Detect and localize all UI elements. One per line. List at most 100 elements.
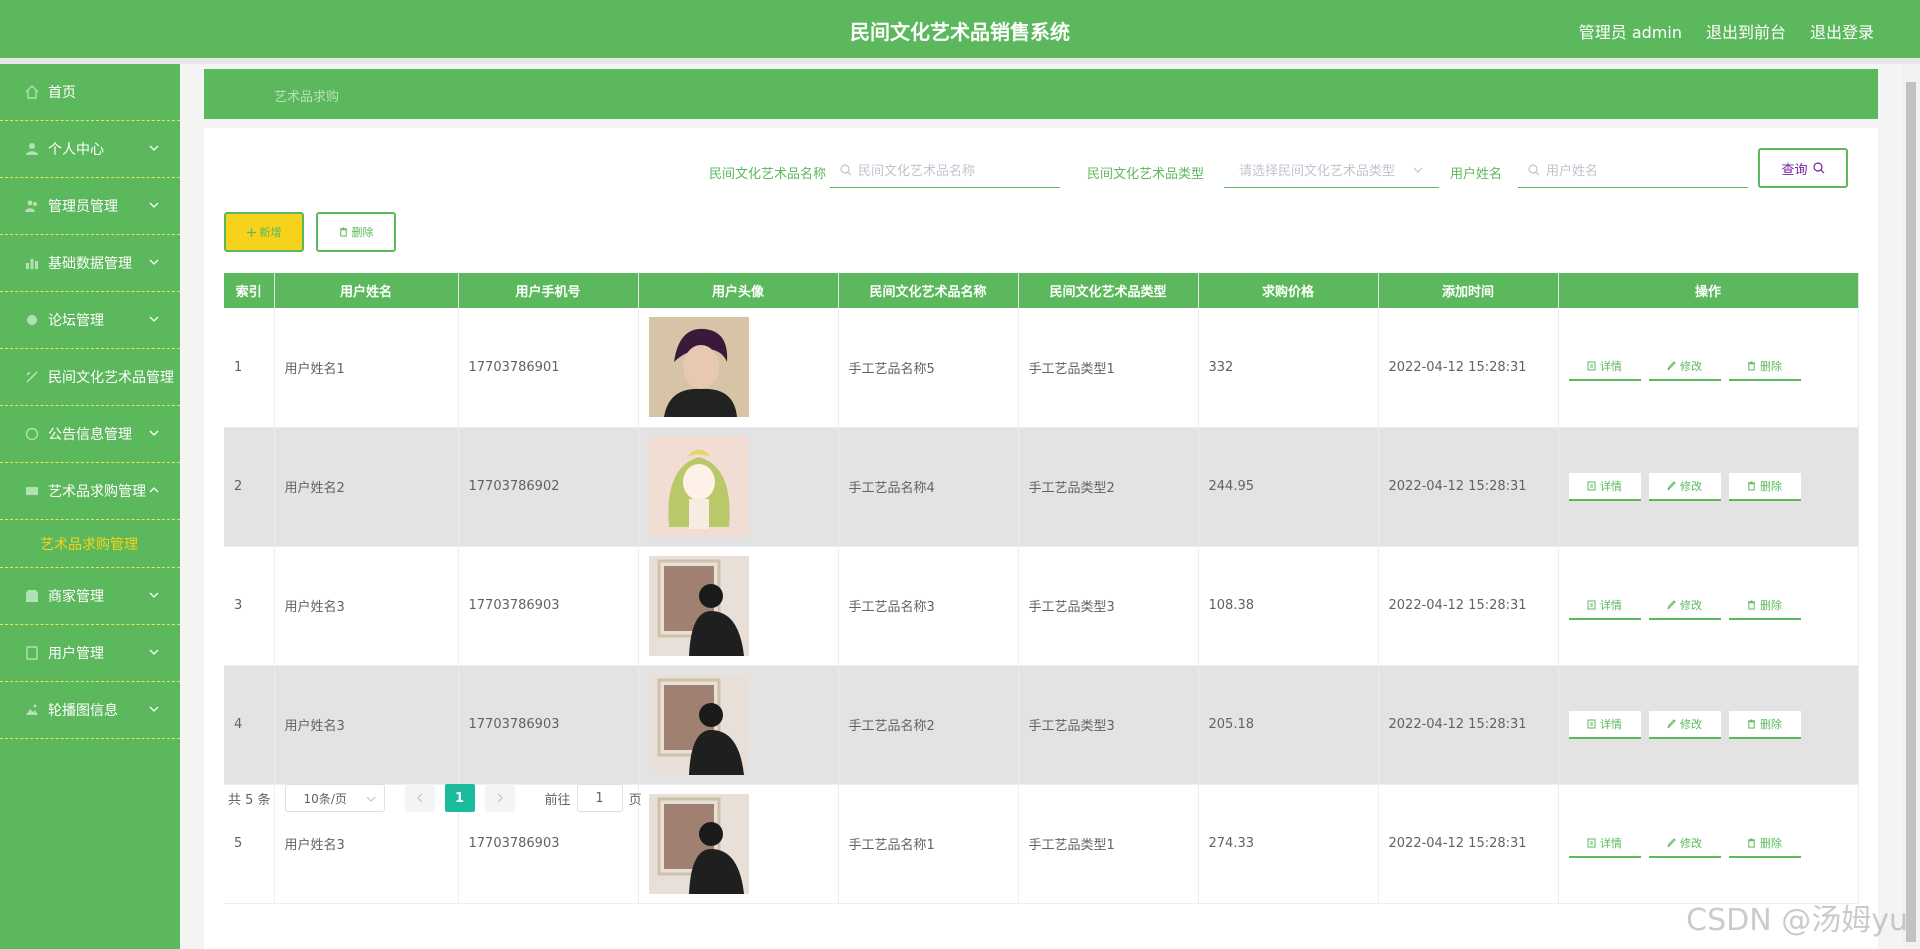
avatar[interactable] <box>648 317 838 418</box>
delete-button[interactable]: 删除 <box>1728 591 1801 620</box>
goto-page-input[interactable]: 1 <box>576 784 623 812</box>
cell-art-name: 手工艺品名称4 <box>838 427 1019 547</box>
document-icon <box>1587 361 1596 371</box>
avatar[interactable] <box>648 793 838 894</box>
pagination: 共 5 条 10条/页 1 前往 1 页 <box>228 782 642 814</box>
detail-button[interactable]: 详情 <box>1568 472 1641 501</box>
avatar[interactable] <box>648 674 838 775</box>
chevron-down-icon <box>149 430 159 436</box>
column-header: 用户姓名 <box>274 273 459 308</box>
edit-button[interactable]: 修改 <box>1648 710 1721 739</box>
sidebar-item-label: 论坛管理 <box>48 313 104 329</box>
trash-icon <box>1747 599 1756 610</box>
art-icon <box>24 369 40 385</box>
user-name-input[interactable]: 用户姓名 <box>1518 152 1748 188</box>
logout-link[interactable]: 退出登录 <box>1810 19 1874 43</box>
header-actions: 管理员 admin 退出到前台 退出登录 <box>1579 19 1874 43</box>
admin-label: 管理员 admin <box>1578 23 1682 42</box>
top-header: 民间文化艺术品销售系统 管理员 admin 退出到前台 退出登录 <box>0 0 1920 58</box>
sidebar-subitem-art-purchase[interactable]: 艺术品求购管理 <box>0 520 180 568</box>
cell-avatar <box>638 308 839 428</box>
page-scrollbar[interactable] <box>1902 64 1920 949</box>
delete-button-label: 删除 <box>1760 598 1782 612</box>
sidebar-item-carousel[interactable]: 轮播图信息 <box>0 682 180 739</box>
cell-art-name: 手工艺品名称2 <box>838 665 1019 785</box>
sidebar-item-label: 基础数据管理 <box>48 256 132 272</box>
cell-added-time: 2022-04-12 15:28:31 <box>1378 308 1559 428</box>
sidebar-item-users[interactable]: 用户管理 <box>0 625 180 682</box>
sidebar-item-merchants[interactable]: 商家管理 <box>0 568 180 625</box>
sidebar-item-label: 用户管理 <box>48 646 104 662</box>
art-type-placeholder: 请选择民间文化艺术品类型 <box>1239 164 1396 179</box>
edit-button[interactable]: 修改 <box>1648 829 1721 858</box>
detail-button[interactable]: 详情 <box>1568 829 1641 858</box>
edit-button[interactable]: 修改 <box>1648 591 1721 620</box>
delete-button[interactable]: 删除 <box>1728 472 1801 501</box>
chart-icon <box>24 255 40 271</box>
sidebar-item-admins[interactable]: 管理员管理 <box>0 178 180 235</box>
cart-icon <box>24 483 40 499</box>
delete-button[interactable]: 删除 <box>1728 829 1801 858</box>
page-jumper: 前往 1 页 <box>545 784 642 812</box>
cell-user-name: 用户姓名3 <box>274 546 459 666</box>
detail-button[interactable]: 详情 <box>1568 591 1641 620</box>
shop-icon <box>24 588 40 604</box>
home-icon <box>24 84 40 100</box>
cell-art-name: 手工艺品名称1 <box>838 784 1019 904</box>
sidebar-item-label: 民间文化艺术品管理 <box>48 370 174 386</box>
person-icon <box>24 645 40 661</box>
edit-icon <box>1667 480 1676 490</box>
edit-icon <box>1667 837 1676 847</box>
watermark: CSDN @汤姆yu <box>1686 903 1908 938</box>
sidebar-item-art-purchase[interactable]: 艺术品求购管理 <box>0 463 180 520</box>
cell-phone: 17703786903 <box>458 546 639 666</box>
avatar[interactable] <box>648 555 838 656</box>
cell-price: 205.18 <box>1198 665 1379 785</box>
exit-to-front-link[interactable]: 退出到前台 <box>1706 19 1786 43</box>
chevron-up-icon <box>149 487 159 493</box>
cell-art-type: 手工艺品类型3 <box>1018 665 1199 785</box>
column-header: 操作 <box>1558 273 1859 308</box>
cell-art-name: 手工艺品名称5 <box>838 308 1019 428</box>
cell-actions: 详情 修改 删除 <box>1558 308 1859 428</box>
cell-index: 1 <box>224 308 275 428</box>
scrollbar-thumb[interactable] <box>1906 82 1916 942</box>
art-name-input[interactable]: 民间文化艺术品名称 <box>830 152 1060 188</box>
cell-price: 274.33 <box>1198 784 1379 904</box>
detail-button[interactable]: 详情 <box>1568 710 1641 739</box>
cell-art-name: 手工艺品名称3 <box>838 546 1019 666</box>
sidebar-item-label: 艺术品求购管理 <box>48 484 146 500</box>
cell-added-time: 2022-04-12 15:28:31 <box>1378 665 1559 785</box>
delete-button[interactable]: 删除 <box>1728 710 1801 739</box>
column-header: 索引 <box>224 273 275 308</box>
page-number-1[interactable]: 1 <box>444 784 475 812</box>
edit-button[interactable]: 修改 <box>1648 472 1721 501</box>
sidebar-item-home[interactable]: 首页 <box>0 64 180 121</box>
sidebar-item-notices[interactable]: 公告信息管理 <box>0 406 180 463</box>
cell-avatar <box>638 665 839 785</box>
sidebar-item-personal[interactable]: 个人中心 <box>0 121 180 178</box>
art-type-select[interactable]: 请选择民间文化艺术品类型 <box>1224 152 1439 188</box>
delete-button[interactable]: 删除 <box>1728 353 1801 382</box>
forum-icon <box>24 312 40 328</box>
prev-page-button[interactable] <box>404 784 435 812</box>
document-icon <box>1587 838 1596 847</box>
batch-delete-button[interactable]: 删除 <box>316 212 396 252</box>
trash-icon <box>1747 480 1756 491</box>
cell-actions: 详情 修改 删除 <box>1558 427 1859 547</box>
query-button[interactable]: 查询 <box>1758 148 1848 188</box>
detail-button-label: 详情 <box>1600 717 1622 731</box>
detail-button-label: 详情 <box>1600 598 1622 612</box>
avatar[interactable] <box>648 436 838 537</box>
edit-button[interactable]: 修改 <box>1648 353 1721 382</box>
add-button[interactable]: 新增 <box>224 212 304 252</box>
sidebar-item-basic-data[interactable]: 基础数据管理 <box>0 235 180 292</box>
next-page-button[interactable] <box>484 784 515 812</box>
document-icon <box>1587 719 1596 728</box>
page-size-select[interactable]: 10条/页 <box>284 784 385 812</box>
sidebar-item-forum[interactable]: 论坛管理 <box>0 292 180 349</box>
chevron-down-icon <box>1413 167 1423 173</box>
detail-button[interactable]: 详情 <box>1568 353 1641 382</box>
sidebar-item-art-management[interactable]: 民间文化艺术品管理 <box>0 349 180 406</box>
sidebar-item-label: 艺术品求购管理 <box>40 536 138 553</box>
